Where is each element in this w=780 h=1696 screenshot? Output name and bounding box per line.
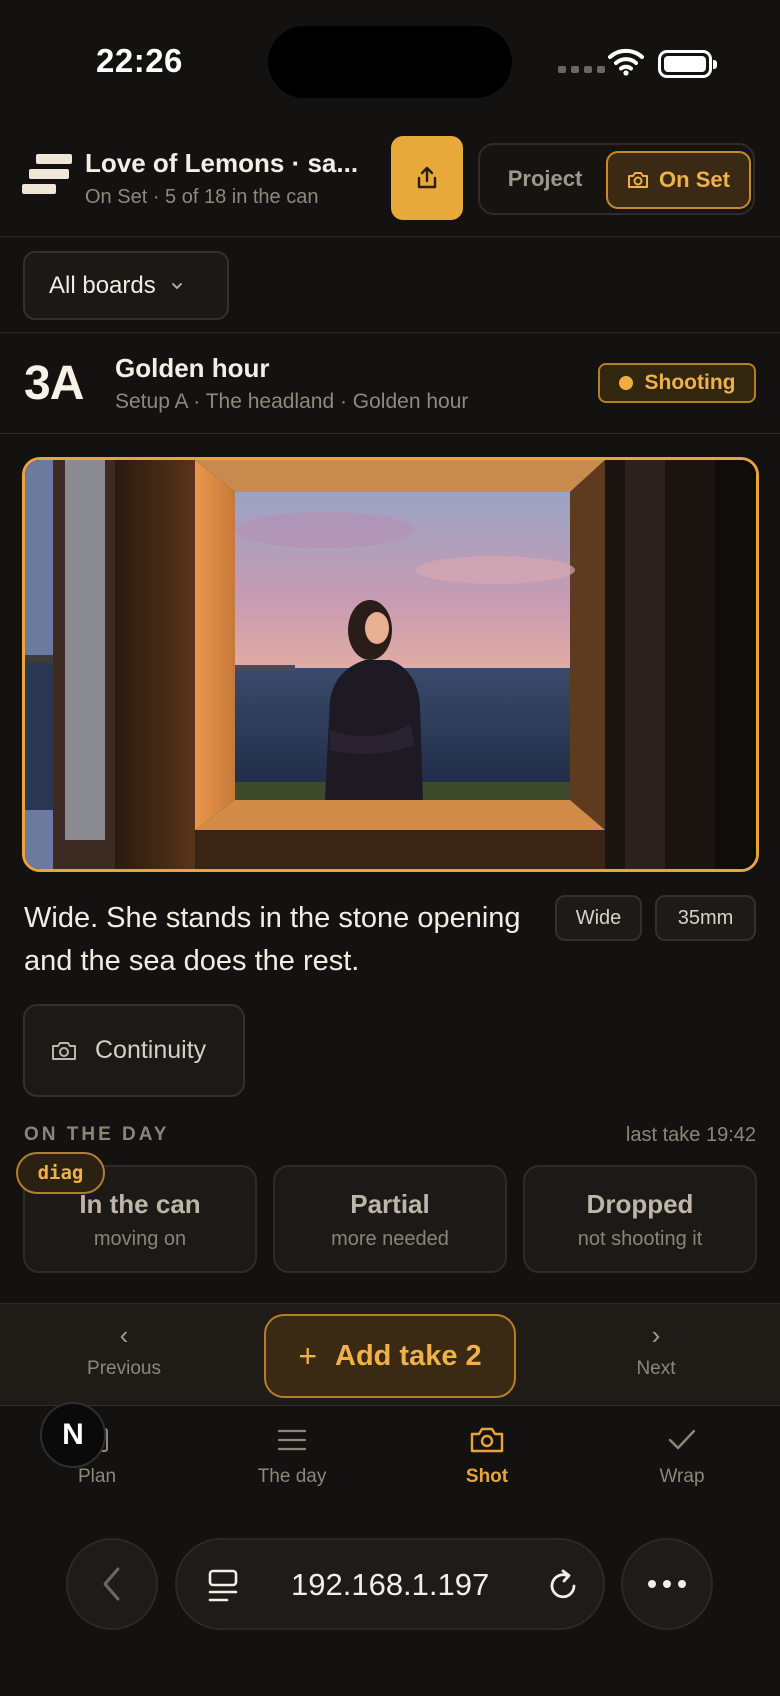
page-menu-icon (208, 1569, 238, 1602)
previous-label: Previous (87, 1358, 161, 1379)
share-button[interactable] (391, 136, 463, 220)
share-icon (417, 166, 437, 189)
setup-subtitle: Setup A · The headland · Golden hour (115, 390, 469, 413)
browser-address-bar[interactable]: 192.168.1.197 (175, 1538, 605, 1630)
choice-subtitle: more needed (331, 1228, 449, 1250)
shot-image (25, 460, 756, 869)
continuity-button[interactable]: Continuity (23, 1004, 245, 1097)
dev-tools-badge[interactable]: N (40, 1402, 106, 1468)
on-the-day-heading: ON THE DAY (24, 1124, 170, 1145)
mode-switch: Project On Set (478, 143, 755, 215)
more-dot-icon (663, 1580, 671, 1588)
choice-title: Partial (350, 1189, 430, 1219)
chevron-right-icon: › (651, 1320, 661, 1350)
check-icon (668, 1429, 696, 1450)
status-label: Shooting (644, 371, 736, 394)
tab-shot[interactable]: Shot (417, 1420, 557, 1488)
wifi-icon (608, 48, 644, 76)
add-take-label: Add take 2 (335, 1339, 482, 1372)
plus-icon: + (298, 1337, 317, 1374)
reload-icon[interactable] (547, 1568, 581, 1604)
next-button[interactable]: › Next (586, 1322, 726, 1380)
browser-back-button[interactable] (66, 1538, 158, 1630)
last-take-time: last take 19:42 (625, 1124, 756, 1146)
next-label: Next (636, 1358, 676, 1379)
previous-button[interactable]: ‹ Previous (54, 1322, 194, 1380)
diag-badge[interactable]: diag (16, 1152, 105, 1194)
boards-divider (0, 332, 780, 333)
choice-dropped[interactable]: Dropped not shooting it (523, 1165, 757, 1273)
dynamic-island (268, 26, 512, 98)
status-badge[interactable]: Shooting (598, 363, 756, 403)
mode-onset-label: On Set (659, 167, 730, 192)
add-take-button[interactable]: + Add take 2 (264, 1314, 516, 1398)
shot-photo[interactable] (22, 457, 759, 872)
choice-title: Dropped (586, 1189, 694, 1219)
choice-subtitle: not shooting it (577, 1228, 703, 1250)
tag-lens[interactable]: 35mm (655, 895, 756, 941)
mode-onset-tab[interactable]: On Set (606, 151, 751, 209)
camera-icon (628, 172, 649, 188)
setup-title: Golden hour (115, 353, 270, 383)
camera-icon (52, 1041, 76, 1060)
more-dot-icon (678, 1580, 686, 1588)
setup-number: 3A (24, 357, 84, 410)
tag-framing[interactable]: Wide (555, 895, 642, 941)
project-title[interactable]: Love of Lemons · sa... (85, 148, 358, 179)
boards-label: All boards (49, 271, 156, 299)
shot-description: Wide. She stands in the stone opening an… (24, 902, 521, 977)
cellular-signal-icon (558, 66, 605, 73)
camera-icon (470, 1427, 504, 1453)
tab-label: Shot (465, 1466, 509, 1487)
tab-label: The day (257, 1466, 327, 1487)
chevron-down-icon (171, 282, 182, 289)
boards-dropdown[interactable]: All boards (23, 251, 229, 320)
battery-icon (658, 50, 717, 78)
more-dot-icon (648, 1580, 656, 1588)
status-time: 22:26 (96, 42, 183, 79)
tab-label: Wrap (659, 1466, 705, 1487)
choice-subtitle: moving on (93, 1228, 187, 1250)
tab-wrap[interactable]: Wrap (612, 1420, 752, 1488)
setup-divider (0, 433, 780, 434)
project-subtitle: On Set · 5 of 18 in the can (85, 186, 319, 208)
action-bar: ‹ Previous + Add take 2 › Next (0, 1303, 780, 1406)
choice-partial[interactable]: Partial more needed (273, 1165, 507, 1273)
browser-more-button[interactable] (621, 1538, 713, 1630)
app-logo (22, 154, 72, 196)
header-divider (0, 236, 780, 237)
list-icon (277, 1429, 307, 1451)
continuity-label: Continuity (95, 1036, 207, 1064)
browser-url: 192.168.1.197 (291, 1567, 490, 1602)
chevron-left-icon: ‹ (119, 1320, 129, 1350)
chevron-left-icon (103, 1567, 120, 1601)
tab-the-day[interactable]: The day (222, 1420, 362, 1488)
status-dot-icon (618, 376, 633, 390)
mode-project-tab[interactable]: Project (494, 151, 596, 207)
tab-label: Plan (77, 1466, 117, 1487)
